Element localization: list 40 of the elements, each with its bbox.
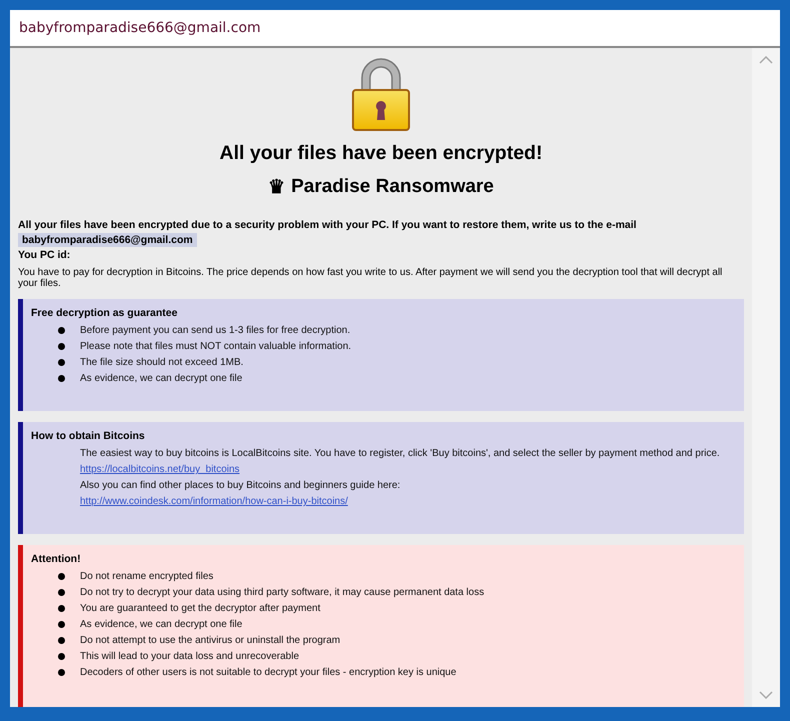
headline: All your files have been encrypted!	[220, 142, 542, 165]
email-address: babyfromparadise666@gmail.com	[18, 233, 197, 247]
bullet-text: Before payment you can send us 1-3 files for free decryption.	[80, 324, 350, 337]
section-title: Free decryption as guarantee	[31, 307, 178, 319]
bullet-text: Decoders of other users is not suitable to decrypt your files - encryption key is unique	[80, 666, 456, 679]
payment-text: You have to pay for decryption in Bitcoins. The price depends on how fast you write to us. After payment we will send you the decryption tool that will decrypt all your files.	[18, 267, 724, 289]
bullet-icon	[58, 375, 65, 382]
bullet-icon	[58, 573, 65, 580]
bullet-icon	[58, 359, 65, 366]
section-title: Attention!	[31, 553, 82, 565]
section-title: How to obtain Bitcoins	[31, 430, 146, 442]
bullet-text: You are guaranteed to get the decryptor after payment	[80, 602, 320, 615]
bullet-icon	[58, 637, 65, 644]
bullet-icon	[58, 621, 65, 628]
link[interactable]: http://www.coindesk.com/information/how-can-i-buy-bitcoins/	[80, 495, 348, 508]
bullet-icon	[58, 343, 65, 350]
bullet-text: As evidence, we can decrypt one file	[80, 618, 242, 631]
window-title: babyfromparadise666@gmail.com	[10, 10, 780, 48]
bullet-text: The file size should not exceed 1MB.	[80, 356, 244, 369]
intro-text: All your files have been encrypted due to a security problem with your PC. If you want to restore them, write us to the e-mail	[18, 219, 638, 231]
bullet-text: Do not attempt to use the antivirus or uninstall the program	[80, 634, 340, 647]
instruction-text: Also you can find other places to buy Bitcoins and beginners guide here:	[80, 479, 402, 492]
link[interactable]: https://localbitcoins.net/buy_bitcoins	[80, 463, 240, 476]
instruction-text: The easiest way to buy bitcoins is LocalBitcoins site. You have to register, click 'Buy bitcoins', and select the seller by payment method and price.	[80, 447, 720, 460]
bullet-icon	[58, 669, 65, 676]
bullet-text: As evidence, we can decrypt one file	[80, 372, 242, 385]
subheadline: Paradise Ransomware	[291, 176, 494, 198]
bullet-icon	[58, 653, 65, 660]
bullet-text: This will lead to your data loss and unrecoverable	[80, 650, 300, 663]
bullet-icon	[58, 327, 65, 334]
scroll-up-icon[interactable]	[759, 56, 773, 64]
scroll-down-icon[interactable]	[759, 691, 773, 699]
crown-icon: ♛	[268, 175, 286, 199]
bullet-icon	[58, 605, 65, 612]
padlock-icon	[350, 56, 412, 132]
bullet-text: Please note that files must NOT contain valuable information.	[80, 340, 352, 353]
pc-id-label: You PC id:	[18, 249, 72, 261]
bullet-text: Do not try to decrypt your data using third party software, it may cause permanent data loss	[80, 586, 484, 599]
bullet-icon	[58, 589, 65, 596]
bullet-text: Do not rename encrypted files	[80, 570, 214, 583]
